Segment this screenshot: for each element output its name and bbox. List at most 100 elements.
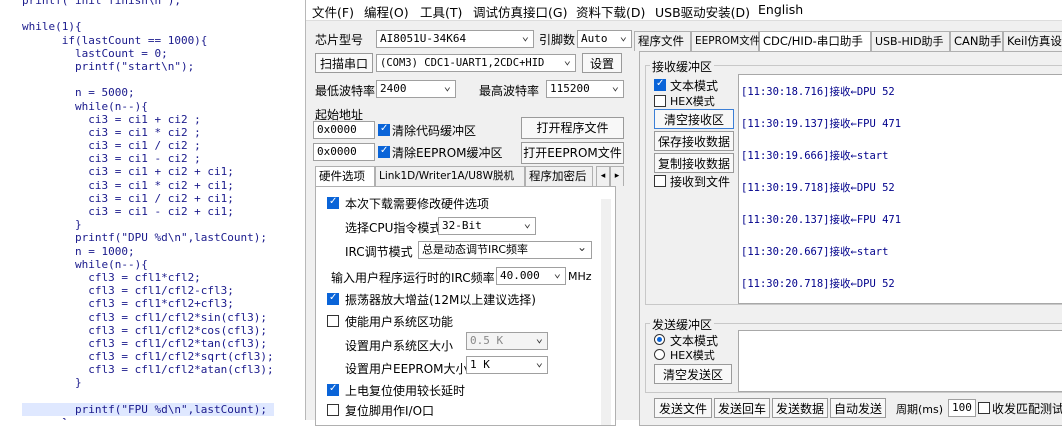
clear-eeprom-checkbox[interactable]: [378, 145, 390, 158]
code-line: ci3 = ci1 - ci2 + ci1;: [22, 205, 234, 218]
cpu-mode-select[interactable]: 32-Bit: [438, 217, 536, 235]
user-sys-area-checkbox[interactable]: [327, 315, 339, 327]
rx-line: [11:30:20.667]接收←start: [741, 246, 889, 258]
tab-scroll-right-icon[interactable]: ▸: [610, 166, 624, 186]
clear-code-label: 清除代码缓冲区: [392, 124, 477, 138]
code-address-input[interactable]: 0x0000: [313, 121, 375, 139]
menu-debug[interactable]: 调试仿真接口(G): [473, 2, 567, 21]
code-line: while(n--){: [22, 257, 148, 271]
max-baud-label: 最高波特率: [479, 84, 540, 98]
menu-english[interactable]: English: [758, 2, 803, 17]
auto-send-button[interactable]: 自动发送: [830, 398, 886, 418]
min-baud-label: 最低波特率: [315, 84, 376, 98]
pins-select[interactable]: Auto: [577, 30, 632, 48]
eeprom-size-select[interactable]: 1 K: [466, 356, 548, 374]
rx-hex-mode-label: HEX模式: [670, 95, 715, 108]
code-line: cfl3 = cfl1/cfl2*atan(cfl3);: [22, 363, 274, 377]
code-line: ci3 = ci1 + ci2 + ci1;: [22, 165, 234, 179]
code-line: n = 5000;: [22, 86, 135, 100]
send-file-button[interactable]: 发送文件: [654, 398, 712, 418]
tx-text-mode-radio[interactable]: [654, 334, 665, 345]
rx-hex-mode-checkbox[interactable]: [654, 95, 666, 107]
open-program-file-button[interactable]: 打开程序文件: [521, 117, 624, 139]
match-test-checkbox[interactable]: [978, 402, 990, 414]
rx-text-mode-checkbox[interactable]: [654, 78, 666, 91]
sys-area-size-select[interactable]: 0.5 K: [466, 332, 548, 350]
eeprom-address-input[interactable]: 0x0000: [313, 143, 375, 161]
pins-label: 引脚数: [539, 33, 576, 47]
tab-eeprom-file[interactable]: EEPROM文件: [691, 31, 760, 51]
rx-line: [11:30:18.716]接收←DPU 52: [741, 86, 895, 98]
menu-tools[interactable]: 工具(T): [420, 2, 462, 21]
rx-to-file-label: 接收到文件: [670, 175, 731, 189]
tx-hex-mode-radio[interactable]: [654, 349, 665, 360]
code-line: cfl3 = cfl1/cfl2*sqrt(cfl3);: [22, 350, 274, 364]
max-baud-select[interactable]: 115200: [546, 80, 624, 98]
user-sys-area-label: 使能用户系统区功能: [345, 315, 454, 329]
code-line: lastCount = 0;: [22, 46, 168, 60]
cpu-mode-label: 选择CPU指令模式: [345, 221, 442, 235]
irc-freq-input[interactable]: 40.000: [496, 267, 566, 285]
menu-download[interactable]: 资料下载(D): [576, 2, 645, 21]
copy-rx-button[interactable]: 复制接收数据: [654, 153, 734, 173]
scan-port-button[interactable]: 扫描串口: [315, 53, 373, 73]
send-enter-button[interactable]: 发送回车: [714, 398, 770, 418]
code-line: ci3 = ci1 / ci2 ;: [22, 139, 201, 153]
tx-hex-mode-label: HEX模式: [670, 349, 715, 362]
tab-serial-assistant[interactable]: CDC/HID-串口助手: [759, 31, 871, 51]
code-line: while(n--){: [22, 99, 148, 113]
menu-file[interactable]: 文件(F): [312, 2, 354, 21]
port-select[interactable]: (COM3) CDC1-UART1,2CDC+HID: [376, 54, 576, 72]
code-line: printf("FPU %d\n",lastCount);: [22, 402, 274, 416]
tab-offline-writer[interactable]: Link1D/Writer1A/U8W脱机: [375, 166, 525, 186]
tab-program-file[interactable]: 程序文件: [634, 31, 691, 51]
code-line: cfl3 = cfl1*cfl2+cfl3;: [22, 297, 234, 311]
save-rx-button[interactable]: 保存接收数据: [654, 131, 734, 151]
code-line: cfl3 = cfl1/cfl2-cfl3;: [22, 284, 234, 298]
rx-to-file-checkbox[interactable]: [654, 175, 666, 187]
clear-tx-button[interactable]: 清空发送区: [654, 364, 732, 384]
tx-text-area[interactable]: [738, 330, 1062, 392]
tab-usb-hid[interactable]: USB-HID助手: [871, 31, 950, 51]
irc-freq-unit: MHz: [568, 270, 592, 283]
code-line: printf("DPU %d\n",lastCount);: [22, 231, 268, 245]
need-modify-checkbox[interactable]: [327, 196, 339, 209]
tab-scroll-left-icon[interactable]: ◂: [596, 166, 610, 186]
tx-buffer-title: 发送缓冲区: [650, 316, 715, 333]
period-label: 周期(ms): [896, 403, 944, 416]
chip-label: 芯片型号: [315, 33, 364, 47]
code-text: printf("init finish\n"); while(1){ if(la…: [22, 0, 274, 420]
period-input[interactable]: 100: [948, 399, 976, 417]
reset-io-checkbox[interactable]: [327, 404, 339, 416]
long-reset-checkbox[interactable]: [327, 383, 339, 396]
rx-line: [11:30:19.137]接收←FPU 471: [741, 118, 902, 130]
menu-program[interactable]: 编程(O): [364, 2, 409, 21]
rx-text-area[interactable]: [11:30:18.716]接收←DPU 52 [11:30:19.137]接收…: [738, 74, 1062, 304]
code-line: ci3 = ci1 / ci2 + ci1;: [22, 191, 234, 205]
open-eeprom-file-button[interactable]: 打开EEPROM文件: [521, 142, 624, 164]
menu-bar: 文件(F) 编程(O) 工具(T) 调试仿真接口(G) 资料下载(D) USB驱…: [306, 0, 1062, 21]
code-line: ci3 = ci1 * ci2 + ci1;: [22, 178, 234, 192]
settings-button[interactable]: 设置: [582, 53, 622, 73]
irc-mode-label: IRC调节模式: [345, 245, 413, 259]
tab-encryption[interactable]: 程序加密后: [525, 166, 593, 186]
serial-assistant-panel: 接收缓冲区 文本模式 HEX模式 清空接收区 保存接收数据 复制接收数据 接收到…: [639, 51, 1062, 426]
tool-tabs: 程序文件 EEPROM文件 CDC/HID-串口助手 USB-HID助手 CAN…: [634, 31, 1062, 51]
tab-hardware-options[interactable]: 硬件选项: [315, 166, 375, 186]
chip-select[interactable]: AI8051U-34K64: [376, 30, 534, 48]
clear-code-checkbox[interactable]: [378, 123, 390, 136]
tab-can[interactable]: CAN助手: [950, 31, 1003, 51]
code-editor[interactable]: printf("init finish\n"); while(1){ if(la…: [0, 0, 305, 420]
options-scrollbar[interactable]: [601, 199, 611, 425]
min-baud-select[interactable]: 2400: [376, 80, 456, 98]
tab-keil-debug[interactable]: Keil仿真设: [1003, 31, 1062, 51]
menu-usb-driver[interactable]: USB驱动安装(D): [655, 2, 750, 21]
code-line: printf("start\n");: [22, 59, 195, 73]
send-data-button[interactable]: 发送数据: [772, 398, 828, 418]
osc-gain-checkbox[interactable]: [327, 292, 339, 305]
clear-rx-button[interactable]: 清空接收区: [654, 109, 734, 129]
irc-mode-select[interactable]: 总是动态调节IRC频率: [418, 241, 592, 259]
sys-area-size-label: 设置用户系统区大小: [345, 339, 454, 353]
long-reset-label: 上电复位使用较长延时: [345, 384, 466, 398]
